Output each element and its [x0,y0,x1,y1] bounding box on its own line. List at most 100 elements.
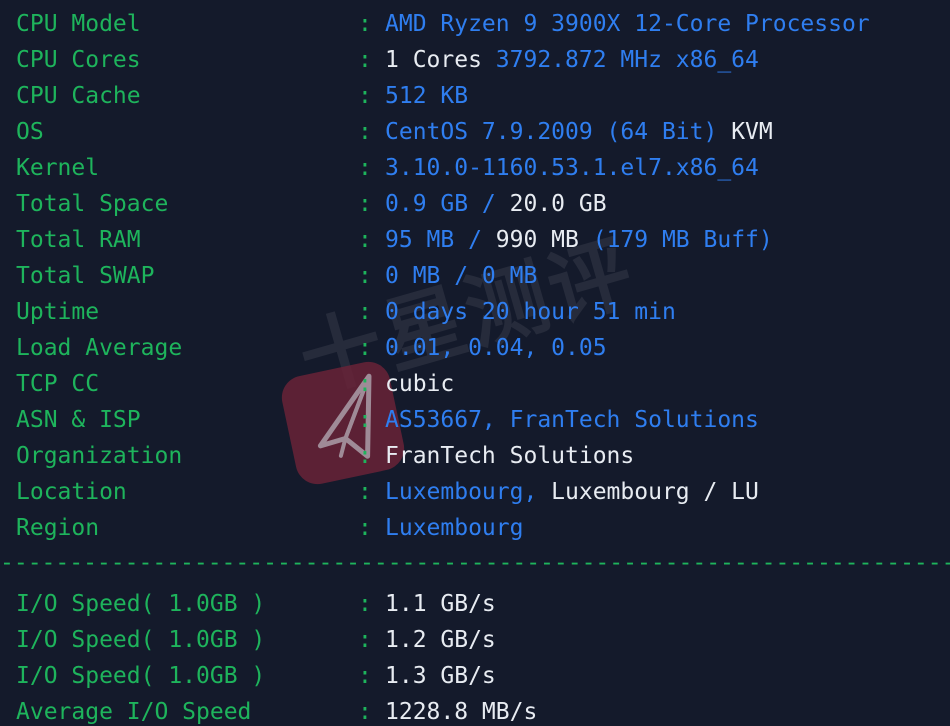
system-info-value: AS53667, FranTech Solutions [385,407,759,433]
system-info-label: OS [16,119,44,145]
system-info-row: TCP CC: cubic [0,366,950,402]
colon-separator: : [358,515,372,541]
io-result-row: I/O Speed( 1.0GB ):1.1 GB/s [0,586,950,622]
colon-separator: : [358,299,372,325]
system-info-label: Location [16,479,127,505]
value-segment: FranTech Solutions [385,443,635,469]
system-info-row: Load Average:0.01, 0.04, 0.05 [0,330,950,366]
system-info-row: ASN & ISP: AS53667, FranTech Solutions [0,402,950,438]
io-result-row: I/O Speed( 1.0GB ):1.2 GB/s [0,622,950,658]
value-segment: 512 KB [385,83,469,109]
terminal-content: CPU Model: AMD Ryzen 9 3900X 12-Core Proc… [0,0,950,726]
value-segment: 3.10.0-1160.53.1.el7.x86_64 [385,155,759,181]
value-segment: 990 MB [495,227,593,253]
value-segment: CentOS 7.9.2009 (64 Bit) [385,119,732,145]
system-info-label: TCP CC [16,371,100,397]
system-info-value: Luxembourg, Luxembourg / LU [385,479,759,505]
system-info-row: CPU Cores:1 Cores 3792.872 MHz x86_64 [0,42,950,78]
io-result-label: Average I/O Speed [16,699,252,725]
io-result-label: I/O Speed( 1.0GB ) [16,663,266,689]
value-segment: Luxembourg, [385,479,552,505]
io-result-label: I/O Speed( 1.0GB ) [16,591,266,617]
colon-separator: : [358,591,372,617]
system-info-value: FranTech Solutions [385,443,634,469]
system-info-value: AMD Ryzen 9 3900X 12-Core Processor [385,11,870,37]
colon-separator: : [358,627,372,653]
system-info-label: Total RAM [16,227,141,253]
value-segment: 1.3 GB/s [385,663,496,689]
system-info-value: 0.9 GB / 20.0 GB [385,191,607,217]
value-segment: 1 Cores [385,47,496,73]
system-info-value: 512 KB [385,83,468,109]
value-segment: Luxembourg / LU [551,479,759,505]
colon-separator: : [358,227,372,253]
system-info-row: Kernel:3.10.0-1160.53.1.el7.x86_64 [0,150,950,186]
system-info-row: CPU Model: AMD Ryzen 9 3900X 12-Core Proc… [0,6,950,42]
system-info-value: CentOS 7.9.2009 (64 Bit) KVM [385,119,773,145]
section-separator: ----------------------------------------… [0,550,950,576]
io-result-value: 1.2 GB/s [385,627,496,653]
value-segment: 0 MB / 0 MB [385,263,538,289]
value-segment: 1.2 GB/s [385,627,496,653]
io-result-label: I/O Speed( 1.0GB ) [16,627,266,653]
system-info-label: CPU Cache [16,83,141,109]
io-result-row: I/O Speed( 1.0GB ):1.3 GB/s [0,658,950,694]
colon-separator: : [358,335,372,361]
system-info-value: 0.01, 0.04, 0.05 [385,335,607,361]
system-info-row: Uptime:0 days 20 hour 51 min [0,294,950,330]
system-info-label: Organization [16,443,183,469]
system-info-label: Uptime [16,299,100,325]
colon-separator: : [358,443,372,469]
value-segment: 0.01, 0.04, 0.05 [385,335,607,361]
colon-separator: : [358,479,372,505]
system-info-label: Kernel [16,155,100,181]
value-segment: 1228.8 MB/s [385,699,538,725]
io-result-value: 1228.8 MB/s [385,699,537,725]
value-segment: 20.0 GB [509,191,607,217]
system-info-block: CPU Model: AMD Ryzen 9 3900X 12-Core Proc… [0,6,950,546]
colon-separator: : [358,699,372,725]
system-info-value: Luxembourg [385,515,523,541]
value-segment: 0.9 GB / [385,191,510,217]
colon-separator: : [358,371,372,397]
io-result-value: 1.1 GB/s [385,591,496,617]
value-segment: KVM [731,119,773,145]
system-info-row: Organization: FranTech Solutions [0,438,950,474]
colon-separator: : [358,191,372,217]
io-result-row: Average I/O Speed:1228.8 MB/s [0,694,950,726]
io-results-block: I/O Speed( 1.0GB ):1.1 GB/s I/O Speed( 1.… [0,586,950,726]
system-info-label: ASN & ISP [16,407,141,433]
value-segment: Luxembourg [385,515,524,541]
value-segment: AS53667, FranTech Solutions [385,407,759,433]
colon-separator: : [358,11,372,37]
value-segment: 95 MB / [385,227,496,253]
colon-separator: : [358,155,372,181]
value-segment: AMD Ryzen 9 3900X 12-Core Processor [385,11,870,37]
value-segment: 3792.872 MHz x86_64 [495,47,759,73]
system-info-row: Region: Luxembourg [0,510,950,546]
system-info-label: Region [16,515,100,541]
system-info-value: 0 MB / 0 MB [385,263,537,289]
system-info-value: 3.10.0-1160.53.1.el7.x86_64 [385,155,759,181]
system-info-value: 0 days 20 hour 51 min [385,299,676,325]
colon-separator: : [358,47,372,73]
system-info-label: CPU Cores [16,47,141,73]
system-info-label: Total SWAP [16,263,155,289]
system-info-value: 1 Cores 3792.872 MHz x86_64 [385,47,759,73]
value-segment: cubic [385,371,455,397]
colon-separator: : [358,119,372,145]
system-info-row: CPU Cache:512 KB [0,78,950,114]
colon-separator: : [358,83,372,109]
system-info-label: Load Average [16,335,183,361]
system-info-row: Total Space:0.9 GB / 20.0 GB [0,186,950,222]
colon-separator: : [358,407,372,433]
value-segment: (179 MB Buff) [592,227,773,253]
system-info-row: OS: CentOS 7.9.2009 (64 Bit) KVM [0,114,950,150]
colon-separator: : [358,663,372,689]
system-info-value: 95 MB / 990 MB (179 MB Buff) [385,227,773,253]
io-result-value: 1.3 GB/s [385,663,496,689]
system-info-row: Total RAM:95 MB / 990 MB (179 MB Buff) [0,222,950,258]
value-segment: 0 days 20 hour 51 min [385,299,676,325]
colon-separator: : [358,263,372,289]
value-segment: 1.1 GB/s [385,591,496,617]
